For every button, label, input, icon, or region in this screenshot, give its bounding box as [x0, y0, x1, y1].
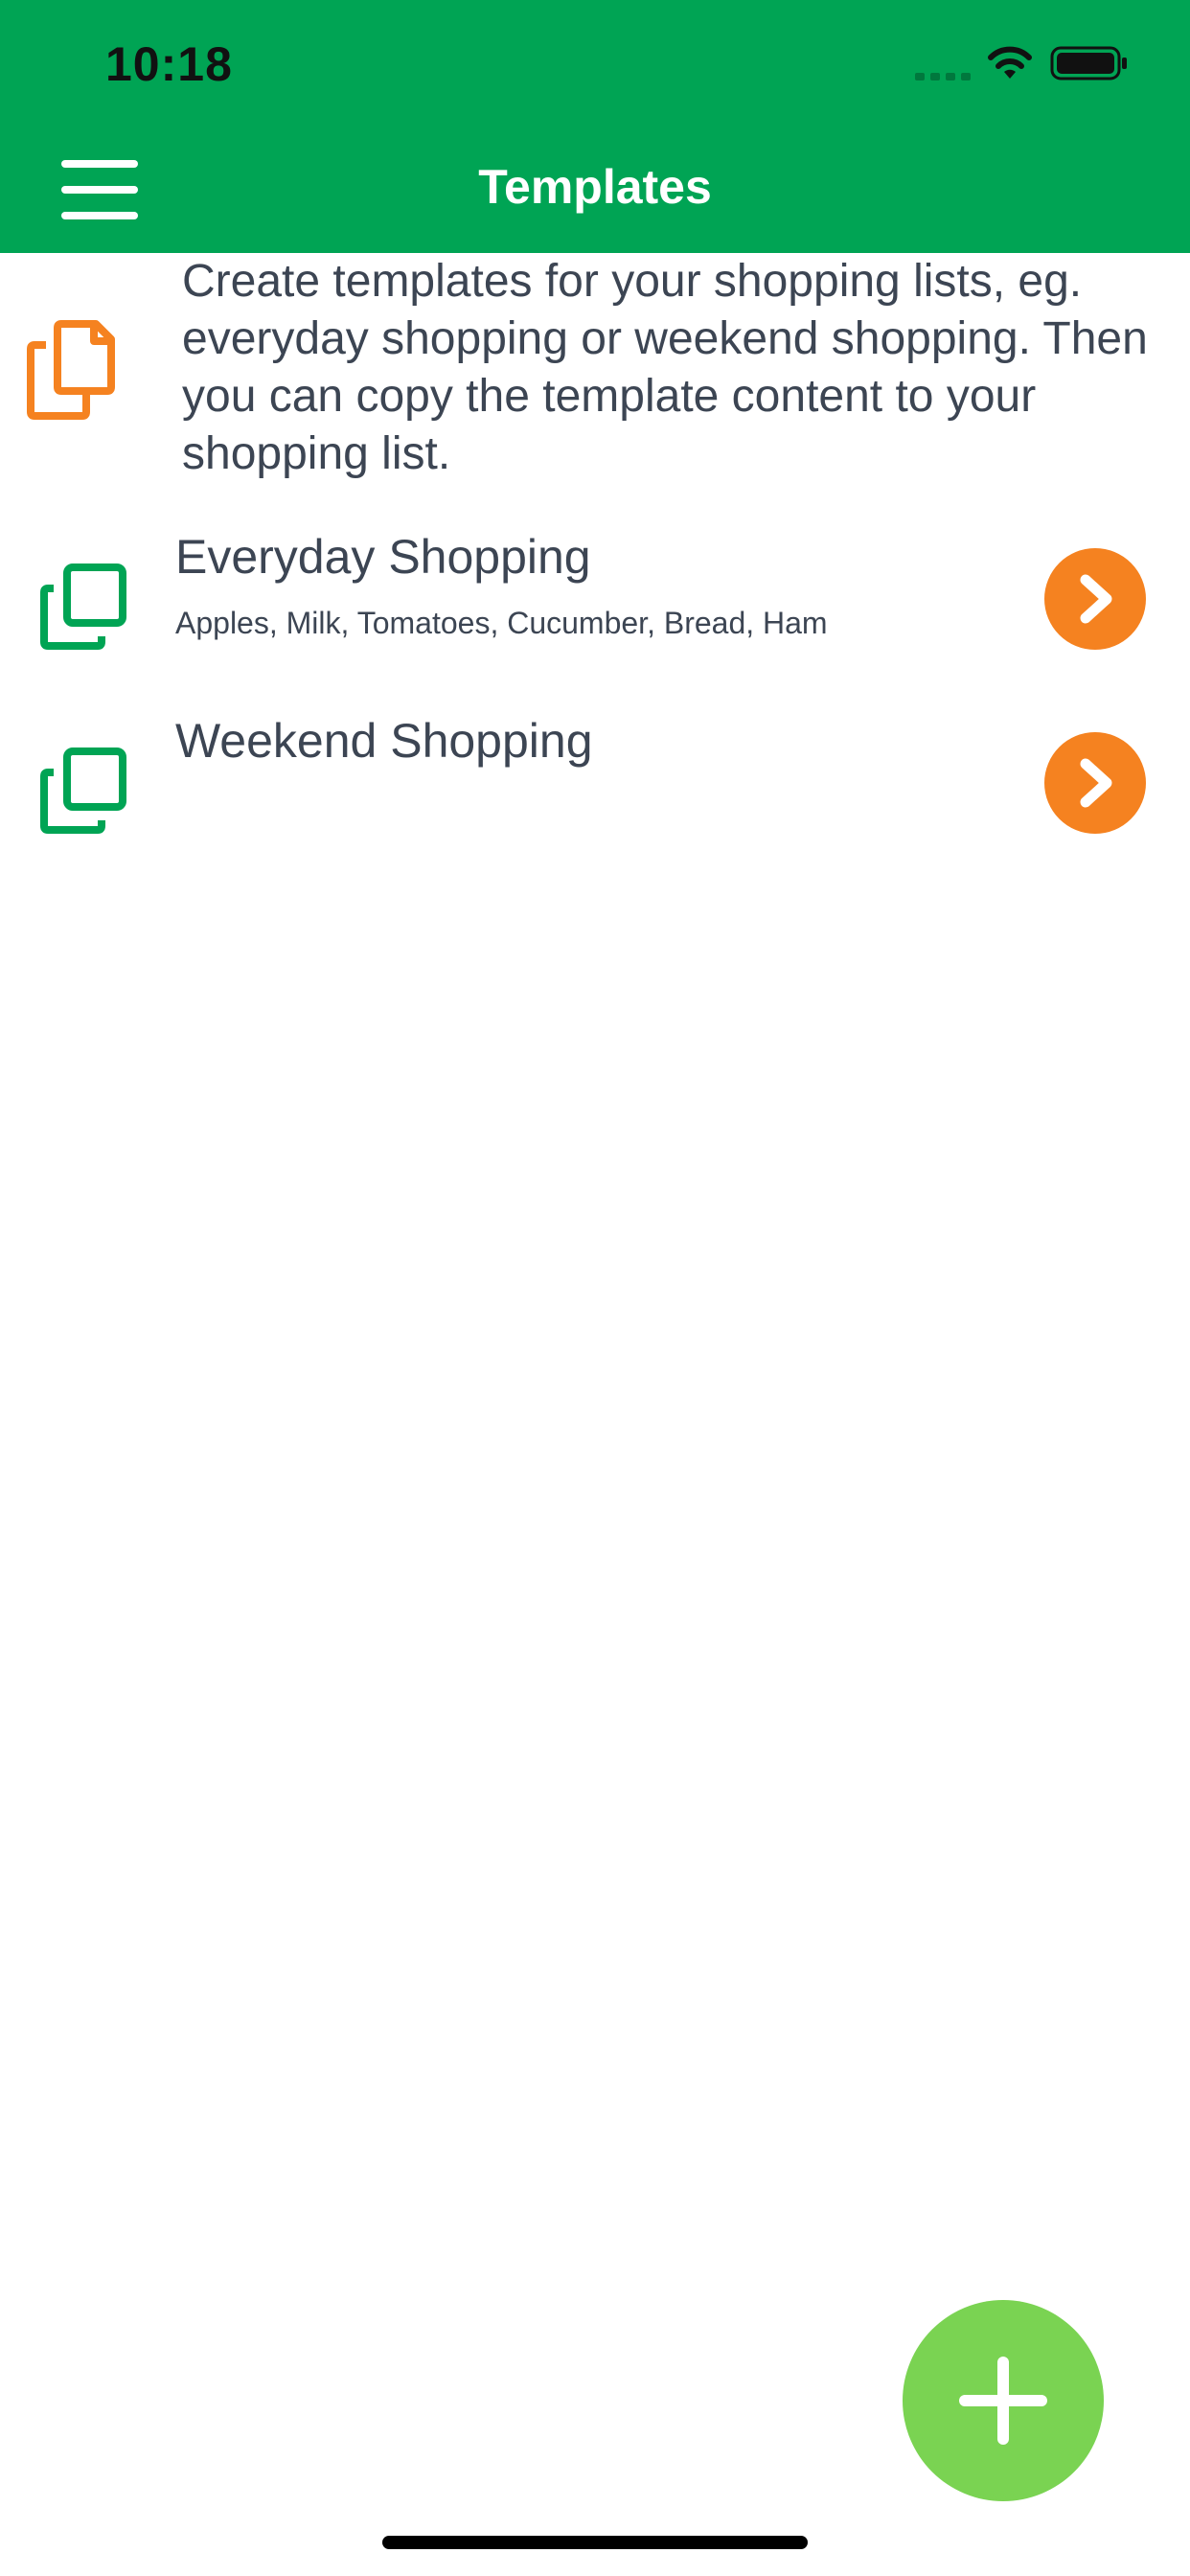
chevron-right-icon	[1080, 574, 1112, 624]
info-text: Create templates for your shopping lists…	[182, 256, 1148, 479]
plus-icon	[959, 2357, 1047, 2445]
copy-document-icon	[27, 320, 115, 420]
home-indicator	[382, 2536, 808, 2549]
page-title: Templates	[478, 160, 712, 214]
template-name: Everyday Shopping	[175, 530, 591, 584]
template-name: Weekend Shopping	[175, 714, 593, 768]
template-row-everyday-shopping[interactable]: Everyday Shopping Apples, Milk, Tomatoes…	[0, 529, 1190, 711]
open-template-button[interactable]	[1044, 732, 1146, 834]
add-template-button[interactable]	[903, 2300, 1104, 2501]
template-row-weekend-shopping[interactable]: Weekend Shopping	[0, 713, 1190, 895]
battery-icon	[1050, 46, 1127, 80]
app-header: 10:18 Templates	[0, 0, 1190, 253]
template-items: Apples, Milk, Tomatoes, Cucumber, Bread,…	[175, 606, 828, 640]
open-template-button[interactable]	[1044, 548, 1146, 650]
signal-icon	[915, 73, 971, 80]
info-section: Create templates for your shopping lists…	[0, 253, 1190, 493]
chevron-right-icon	[1080, 758, 1112, 808]
wifi-icon	[988, 46, 1032, 79]
template-copy-icon	[40, 564, 126, 650]
status-time: 10:18	[105, 37, 233, 91]
template-copy-icon	[40, 748, 126, 834]
